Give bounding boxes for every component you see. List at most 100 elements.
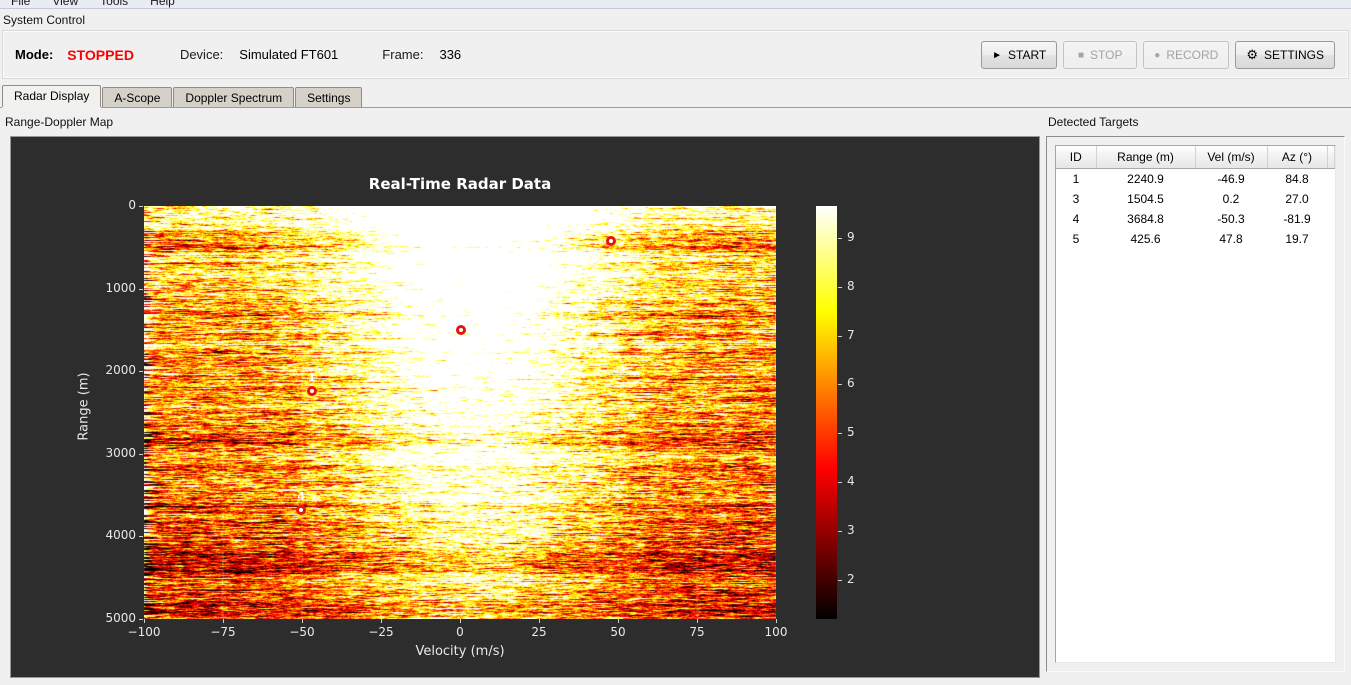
target-marker [455,325,466,336]
system-control-group: Mode: STOPPED Device: Simulated FT601 Fr… [2,30,1349,79]
x-tick-label: −100 [127,625,161,639]
target-cell: 4 [1072,212,1080,226]
app-window: { "menu": { "items": ["File", "View", "T… [0,0,1351,685]
target-cell: 84.8 [1285,172,1309,186]
record-icon: ● [1154,49,1161,61]
range-doppler-map-label: Range-Doppler Map [5,115,114,129]
target-cell: 47.8 [1219,232,1243,246]
target-cell [1327,209,1335,229]
frame-value: 336 [439,47,462,62]
menu-view[interactable]: View [41,0,89,8]
tab-radar-display[interactable]: Radar Display [2,85,102,107]
x-tick-label: −50 [289,625,315,639]
colorbar-tick-label: 6 [847,376,855,391]
colorbar-tick-label: 4 [847,474,855,489]
x-tick-mark [381,619,382,623]
range-doppler-heatmap [144,206,776,619]
target-cell [1327,169,1335,190]
y-tick-label: 3000 [105,445,136,460]
target-row[interactable]: 4 3684.8 -50.3 -81.9 [1056,209,1335,229]
y-tick-label: 1000 [105,280,136,295]
x-tick-label: −25 [368,625,394,639]
x-tick-mark [302,619,303,623]
target-cell: 27.0 [1285,192,1309,206]
target-marker [606,236,617,247]
settings-button[interactable]: ⚙ SETTINGS [1235,41,1335,69]
targets-table: ID Range (m) Vel (m/s) Az (°) 1 2240.9 -46… [1056,146,1335,249]
colorbar-tick-mark [838,482,842,484]
colorbar-tick-mark [838,237,842,239]
y-tick-label: 2000 [105,363,136,378]
colorbar-tick-mark [838,531,842,533]
colorbar-tick-label: 3 [847,523,855,538]
detected-targets-panel: ID Range (m) Vel (m/s) Az (°) 1 2240.9 -46… [1046,136,1345,672]
device-value: Simulated FT601 [239,47,339,62]
x-tick-label: 50 [610,625,626,639]
menu-bar: File View Tools Help [0,0,1351,9]
start-button[interactable]: ► START [981,41,1058,69]
menu-tools[interactable]: Tools [89,0,139,8]
target-cell: 425.6 [1130,232,1161,246]
x-tick-mark [539,619,540,623]
y-tick-mark [139,619,143,620]
target-cell: 1504.5 [1127,192,1164,206]
colorbar-tick-label: 2 [847,571,855,586]
target-row[interactable]: 3 1504.5 0.2 27.0 [1056,189,1335,209]
x-axis-label: Velocity (m/s) [415,644,505,659]
chart-title: Real-Time Radar Data [368,175,552,193]
tab-doppler-spectrum[interactable]: Doppler Spectrum [173,87,295,107]
menu-help[interactable]: Help [139,0,186,8]
column-header-range[interactable]: Range (m) [1096,146,1196,169]
target-cell: -50.3 [1217,212,1245,226]
y-axis-label: Range (m) [76,372,92,441]
target-cell [1327,189,1335,209]
target-cell: -81.9 [1283,212,1311,226]
target-marker [306,386,317,397]
x-tick-label: 75 [689,625,705,639]
system-control-title: System Control [3,13,86,27]
target-marker [296,505,307,516]
x-tick-label: 0 [456,625,464,639]
x-tick-mark [223,619,224,623]
colorbar-tick-mark [838,384,842,386]
tab-a-scope[interactable]: A-Scope [102,87,173,107]
mode-value: STOPPED [67,46,134,63]
y-tick-mark [139,288,143,290]
stop-button[interactable]: ■ STOP [1063,41,1138,69]
menu-file[interactable]: File [0,0,41,8]
y-tick-label: 4000 [105,528,136,543]
settings-button-label: SETTINGS [1263,48,1324,62]
y-tick-mark [139,536,143,538]
target-cell: 5 [1072,232,1080,246]
y-tick-label: 0 [128,198,136,212]
gear-icon: ⚙ [1246,47,1258,62]
target-cell: 3 [1072,192,1080,206]
target-cell: 19.7 [1285,232,1309,246]
column-header-vel[interactable]: Vel (m/s) [1195,146,1268,169]
control-buttons: ► START ■ STOP ● RECORD ⚙ SETTINGS [981,41,1335,69]
tab-settings[interactable]: Settings [295,87,363,107]
target-marker-label: 4 [297,490,305,504]
y-tick-mark [139,453,143,455]
colorbar-tick-label: 5 [847,425,855,440]
target-marker-label: 5 [607,221,615,235]
target-row[interactable]: 5 425.6 47.8 19.7 [1056,229,1335,249]
y-tick-mark [139,206,143,207]
start-button-label: START [1008,48,1047,62]
record-button[interactable]: ● RECORD [1143,41,1230,69]
colorbar-tick-mark [838,433,842,435]
colorbar-tick-mark [838,579,842,581]
colorbar-tick-mark [838,286,842,288]
mode-label: Mode: [15,47,54,62]
detected-targets-label: Detected Targets [1048,115,1139,129]
x-tick-mark [618,619,619,623]
target-row[interactable]: 1 2240.9 -46.9 84.8 [1056,169,1335,190]
column-header-az[interactable]: Az (°) [1267,146,1328,169]
colorbar [816,206,837,619]
column-header-id[interactable]: ID [1056,146,1097,169]
menu-items: File View Tools Help [0,0,1351,8]
colorbar-tick-label: 9 [847,229,855,244]
stop-button-label: STOP [1090,48,1123,62]
record-button-label: RECORD [1166,48,1219,62]
target-cell: 1 [1072,172,1080,186]
